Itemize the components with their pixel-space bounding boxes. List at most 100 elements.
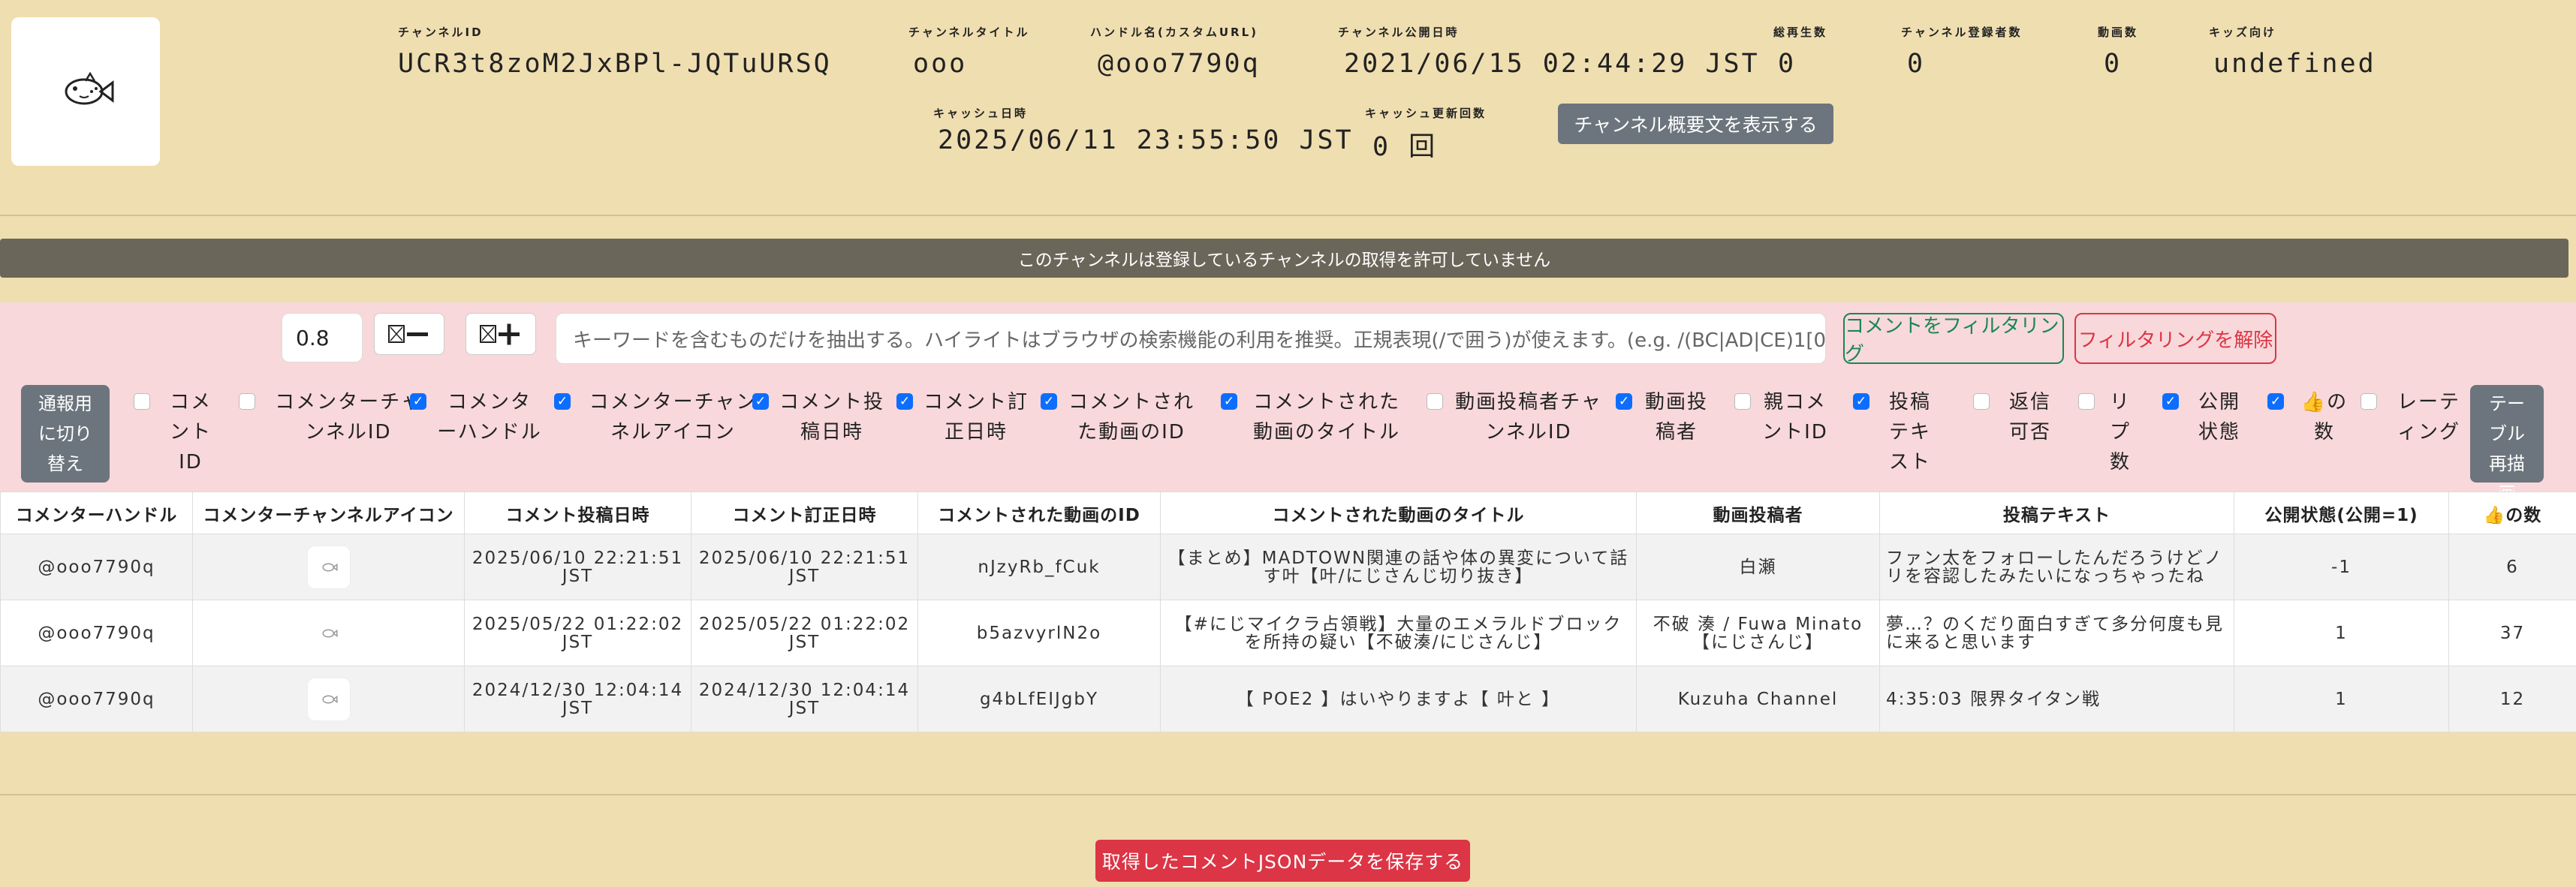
channel-id-field: チャンネルID UCR3t8zoM2JxBPl-JQTuURSQ — [398, 24, 832, 79]
checkbox[interactable] — [2267, 393, 2284, 410]
checkbox[interactable] — [134, 393, 150, 410]
checkbox[interactable] — [1616, 393, 1632, 410]
toggle-commenter-icon[interactable]: コメンターチャンネルアイコン — [554, 387, 765, 447]
comments-table: コメンターハンドル コメンターチャンネルアイコン コメント投稿日時 コメント訂正… — [0, 492, 2576, 732]
zoom-in-button[interactable] — [465, 313, 536, 355]
header-public-status[interactable]: 公開状態(公開=1) — [2234, 492, 2449, 534]
toggle-public-status[interactable]: 公開状態 — [2162, 387, 2249, 447]
toggle-commenter-channel-id[interactable]: コメンターチャンネルID — [239, 387, 431, 447]
header-commenter-handle[interactable]: コメンターハンドル — [0, 492, 193, 534]
switch-report-mode-label: 通報用に切り替え — [38, 393, 92, 474]
kids-value: undefined — [2213, 49, 2376, 79]
header-posted-date[interactable]: コメント投稿日時 — [464, 492, 691, 534]
show-summary-button[interactable]: チャンネル概要文を表示する — [1558, 104, 1833, 144]
toggle-reply-count[interactable]: リプ数 — [2078, 387, 2135, 477]
toggle-label: コメントされた動画のID — [1068, 391, 1195, 444]
header-edited-date[interactable]: コメント訂正日時 — [691, 492, 918, 534]
toggle-label: 👍の数 — [2300, 391, 2349, 444]
toggle-edited-date[interactable]: コメント訂正日時 — [896, 387, 1029, 447]
toggle-comment-id[interactable]: コメントID — [134, 387, 221, 477]
toggle-post-text[interactable]: 投稿テキスト — [1853, 387, 1940, 477]
toggle-uploader[interactable]: 動画投稿者 — [1616, 387, 1710, 447]
header-video-title[interactable]: コメントされた動画のタイトル — [1160, 492, 1637, 534]
cell-icon — [192, 666, 465, 732]
cell-uploader: 不破 湊 / Fuwa Minato【にじさんじ】 — [1636, 600, 1880, 666]
toggle-label: レーティング — [2397, 391, 2460, 444]
cell-video-title: 【 POE2 】はいやりますよ【 叶と 】 — [1160, 666, 1637, 732]
cache-date-field: キャッシュ日時 2025/06/11 23:55:50 JST — [933, 105, 1354, 155]
cell-video-title: 【#にじマイクラ占領戦】大量のエメラルドブロックを所持の疑い【不破湊/にじさんじ… — [1160, 600, 1637, 666]
switch-report-mode-button[interactable]: 通報用に切り替え — [21, 385, 110, 483]
cache-date-label: キャッシュ日時 — [933, 107, 1029, 120]
cell-posted: 2025/06/10 22:21:51 JST — [464, 534, 691, 600]
zoom-input[interactable]: 0.8 — [282, 313, 363, 362]
checkbox[interactable] — [554, 393, 571, 410]
toggle-video-id[interactable]: コメントされた動画のID — [1041, 387, 1195, 447]
toggle-uploader-channel-id[interactable]: 動画投稿者チャンネルID — [1427, 387, 1604, 447]
checkbox[interactable] — [752, 393, 769, 410]
checkbox[interactable] — [2361, 393, 2377, 410]
channel-title-field: チャンネルタイトル ooo — [908, 24, 1030, 79]
clear-filter-button[interactable]: フィルタリングを解除 — [2074, 313, 2276, 364]
header-post-text[interactable]: 投稿テキスト — [1879, 492, 2234, 534]
cell-icon — [192, 600, 465, 666]
cell-likes: 12 — [2448, 666, 2576, 732]
redraw-table-button[interactable]: テーブル再描画 — [2470, 385, 2544, 504]
checkbox[interactable] — [1041, 393, 1057, 410]
checkbox[interactable] — [2162, 393, 2179, 410]
subscribers-label: チャンネル登録者数 — [1901, 26, 2023, 39]
cell-uploader: Kuzuha Channel — [1636, 666, 1880, 732]
header-commenter-icon[interactable]: コメンターチャンネルアイコン — [192, 492, 465, 534]
keyword-filter-input[interactable]: キーワードを含むものだけを抽出する。ハイライトはブラウザの検索機能の利用を推奨。… — [556, 313, 1826, 364]
toggle-posted-date[interactable]: コメント投稿日時 — [752, 387, 884, 447]
toggle-label: リプ数 — [2109, 391, 2131, 474]
cell-edited: 2024/12/30 12:04:14 JST — [691, 666, 918, 732]
checkbox[interactable] — [239, 393, 255, 410]
header-video-id[interactable]: コメントされた動画のID — [917, 492, 1161, 534]
table-row: @ooo7790q 2024/12/30 12:04:14 JST 2024/1… — [0, 666, 2576, 732]
cell-handle: @ooo7790q — [0, 534, 193, 600]
cell-handle: @ooo7790q — [0, 666, 193, 732]
checkbox[interactable] — [1427, 393, 1443, 410]
checkbox[interactable] — [896, 393, 913, 410]
toggle-parent-comment-id[interactable]: 親コメントID — [1734, 387, 1829, 447]
channel-handle-label: ハンドル名(カスタムURL) — [1090, 26, 1259, 39]
checkbox[interactable] — [1734, 393, 1751, 410]
cell-text: ファン太をフォローしたんだろうけどノリを容認したみたいになっちゃったね — [1879, 534, 2234, 600]
filter-panel: 0.8 キーワードを含むものだけを抽出する。ハイライトはブラウザの検索機能の利用… — [0, 302, 2576, 504]
toggle-label: 動画投稿者 — [1644, 391, 1708, 444]
toggle-reply-allowed[interactable]: 返信可否 — [1973, 387, 2060, 447]
toggle-label: 投稿テキスト — [1888, 391, 1931, 474]
cell-status: 1 — [2234, 600, 2449, 666]
toggle-rating[interactable]: レーティング — [2361, 387, 2470, 447]
kids-field: キッズ向け undefined — [2209, 24, 2376, 79]
toggle-label: コメント投稿日時 — [779, 391, 885, 444]
header-likes[interactable]: 👍の数 — [2448, 492, 2576, 534]
cell-status: -1 — [2234, 534, 2449, 600]
zoom-out-button[interactable] — [374, 313, 444, 355]
toggle-label: コメントされた動画のタイトル — [1252, 391, 1400, 444]
toggle-commenter-handle[interactable]: コメンターハンドル — [410, 387, 542, 447]
cell-video-id: nJzyRb_fCuk — [917, 534, 1161, 600]
subscribers-value: 0 — [1907, 49, 1926, 79]
checkbox[interactable] — [1221, 393, 1237, 410]
checkbox[interactable] — [410, 393, 426, 410]
toggle-video-title[interactable]: コメントされた動画のタイトル — [1221, 387, 1406, 447]
divider — [0, 794, 2576, 795]
kids-label: キッズ向け — [2209, 26, 2277, 39]
cell-text: 夢…？のくだり面白すぎて多分何度も見に来ると思います — [1879, 600, 2234, 666]
cell-edited: 2025/06/10 22:21:51 JST — [691, 534, 918, 600]
save-json-button[interactable]: 取得したコメントJSONデータを保存する — [1095, 840, 1470, 882]
cache-count-label: キャッシュ更新回数 — [1365, 107, 1487, 120]
apply-filter-button[interactable]: コメントをフィルタリング — [1843, 313, 2064, 365]
channel-title-label: チャンネルタイトル — [908, 26, 1030, 39]
checkbox[interactable] — [1973, 393, 1990, 410]
checkbox[interactable] — [1853, 393, 1869, 410]
checkbox[interactable] — [2078, 393, 2095, 410]
header-uploader[interactable]: 動画投稿者 — [1636, 492, 1880, 534]
cell-uploader: 白瀬 — [1636, 534, 1880, 600]
toggle-likes[interactable]: 👍の数 — [2267, 387, 2355, 447]
toggle-label: 返信可否 — [2008, 391, 2051, 444]
avatar — [306, 677, 351, 721]
cell-posted: 2024/12/30 12:04:14 JST — [464, 666, 691, 732]
